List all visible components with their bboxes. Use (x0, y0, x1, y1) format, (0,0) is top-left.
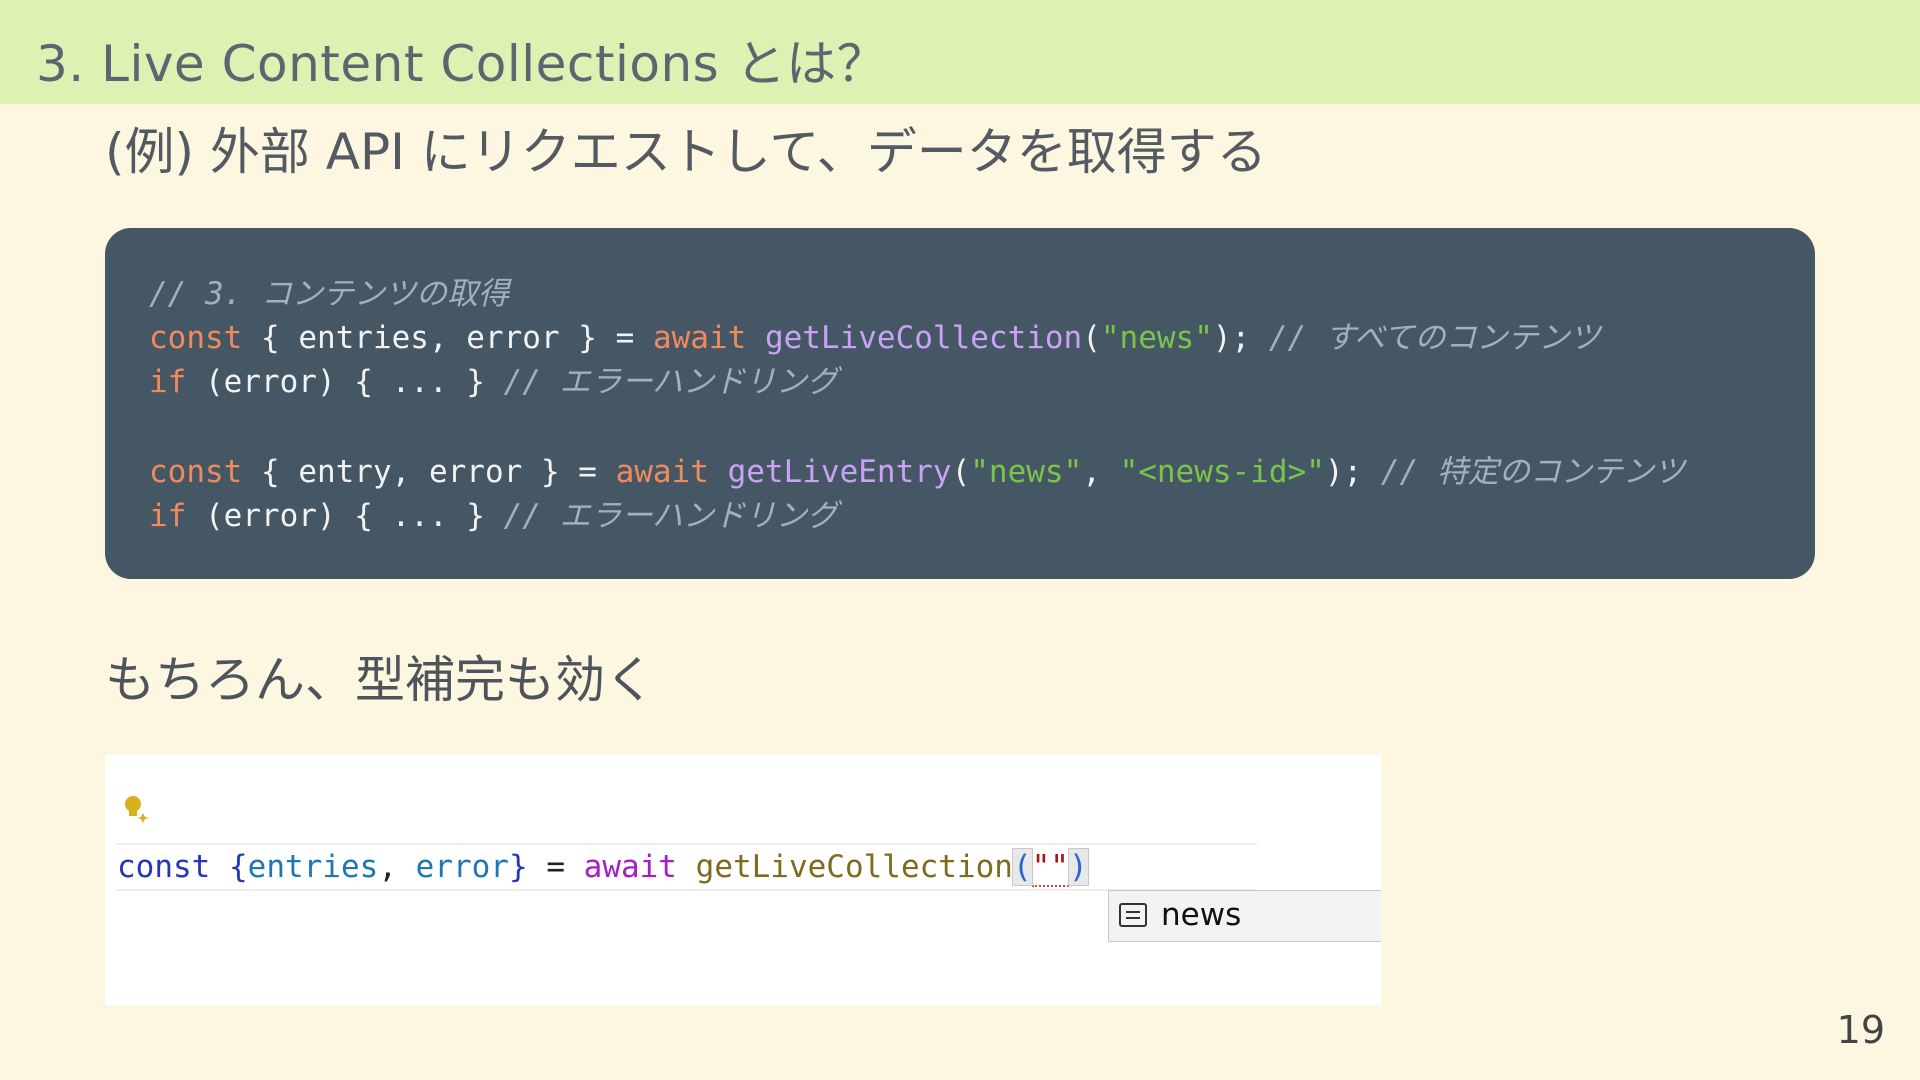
code-keyword: const (149, 454, 243, 490)
code-text: (error) { ... } (186, 364, 504, 400)
editor-paren: ( (1011, 848, 1033, 886)
code-comment: // 特定のコンテンツ (1380, 454, 1685, 490)
code-comment: // 3. コンテンツの取得 (149, 276, 509, 312)
autocomplete-suggestion[interactable]: news (1108, 890, 1381, 942)
code-keyword: await (652, 320, 747, 356)
slide-subtitle: (例) 外部 API にリクエストして、データを取得する (105, 123, 1267, 181)
lightbulb-sparkle-icon[interactable] (121, 793, 151, 823)
suggestion-label: news (1161, 897, 1242, 933)
editor-text: = (527, 849, 584, 885)
code-line-1: // 3. コンテンツの取得 (149, 272, 1815, 316)
code-text: ); (1212, 320, 1251, 356)
code-line-3: if (error) { ... } // エラーハンドリング (149, 360, 1815, 404)
code-keyword: const (149, 320, 243, 356)
code-comment: // エラーハンドリング (503, 498, 838, 534)
editor-function: getLiveCollection (695, 849, 1013, 885)
editor-code-line[interactable]: const {entries, error} = await getLiveCo… (117, 843, 1257, 891)
editor-string[interactable]: "" (1031, 849, 1069, 887)
code-keyword: if (149, 364, 187, 400)
section-heading: もちろん、型補完も効く (105, 651, 655, 709)
editor-text: , (378, 849, 416, 885)
code-function: getLiveEntry (727, 454, 952, 490)
code-keyword: await (615, 454, 709, 490)
code-text: (error) { ... } (186, 498, 504, 534)
editor-brace: { (229, 849, 248, 885)
code-string: "news" (1100, 320, 1213, 356)
editor-variable: error (415, 849, 509, 885)
code-function: getLiveCollection (764, 320, 1083, 356)
slide-title: 3. Live Content Collections とは？ (36, 35, 888, 93)
editor-brace: } (508, 849, 528, 885)
editor-variable: entries (247, 849, 379, 885)
editor-keyword: await (583, 849, 677, 885)
slide-header: 3. Live Content Collections とは？ (0, 0, 1920, 104)
code-string: "news" (970, 454, 1083, 490)
code-string: "<news-id>" (1119, 454, 1325, 490)
code-block: // 3. コンテンツの取得 const { entries, error } … (105, 228, 1815, 579)
code-line-5: const { entry, error } = await getLiveEn… (149, 454, 1685, 490)
text-value-icon (1119, 903, 1147, 927)
code-comment: // エラーハンドリング (503, 364, 838, 400)
code-text: { entries, error } = (242, 320, 653, 356)
code-text: ); (1324, 454, 1363, 490)
page-number: 19 (1836, 1008, 1885, 1052)
code-line-6: if (error) { ... } // エラーハンドリング (149, 494, 1815, 538)
code-text: , (1082, 454, 1120, 490)
code-comment: // すべてのコンテンツ (1268, 320, 1601, 356)
code-keyword: if (149, 498, 187, 534)
code-line-2: const { entries, error } = await getLive… (149, 320, 1601, 356)
editor-screenshot: const {entries, error} = await getLiveCo… (105, 755, 1381, 1005)
editor-keyword: const (117, 849, 211, 885)
editor-paren: ) (1067, 848, 1089, 886)
code-text: { entry, error } = (242, 454, 616, 490)
